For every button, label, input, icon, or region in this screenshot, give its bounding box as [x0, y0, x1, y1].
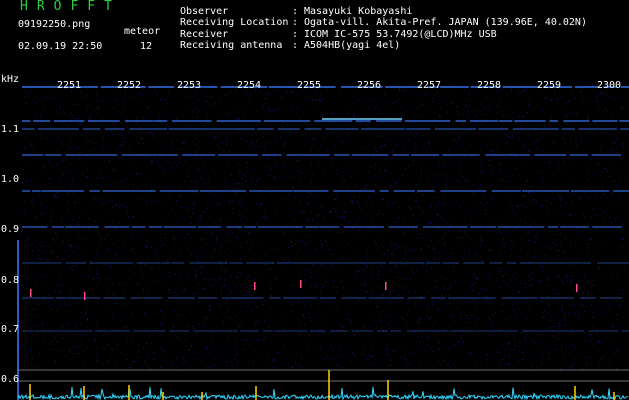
x-tick-label: 2258	[477, 80, 502, 91]
x-tick-label: 2254	[237, 80, 262, 91]
y-unit-label: kHz	[1, 74, 20, 85]
y-tick-label: 0.9	[1, 224, 20, 235]
x-tick-label: 2252	[117, 80, 142, 91]
x-tick-label: 2256	[357, 80, 382, 91]
signal-trace	[17, 386, 629, 400]
x-tick-label: 2300	[597, 80, 622, 91]
meteor-echo	[254, 282, 256, 290]
y-tick-label: 0.8	[1, 275, 20, 286]
x-tick-label: 2257	[417, 80, 442, 91]
y-tick-label: 0.6	[1, 374, 20, 385]
y-tick-label: 1.1	[1, 124, 20, 135]
x-tick-label: 2251	[57, 80, 82, 91]
spectrogram	[17, 85, 629, 400]
meteor-echo	[576, 284, 578, 292]
meteor-echo	[30, 289, 32, 297]
y-tick-label: 1.0	[1, 174, 20, 185]
noise-speckle	[20, 85, 626, 371]
x-tick-label: 2253	[177, 80, 202, 91]
x-tick-label: 2259	[537, 80, 562, 91]
meteor-echo	[300, 280, 302, 288]
meteor-echo	[84, 292, 86, 300]
x-tick-label: 2255	[297, 80, 322, 91]
meteor-echo	[385, 282, 387, 290]
y-tick-label: 0.7	[1, 324, 20, 335]
